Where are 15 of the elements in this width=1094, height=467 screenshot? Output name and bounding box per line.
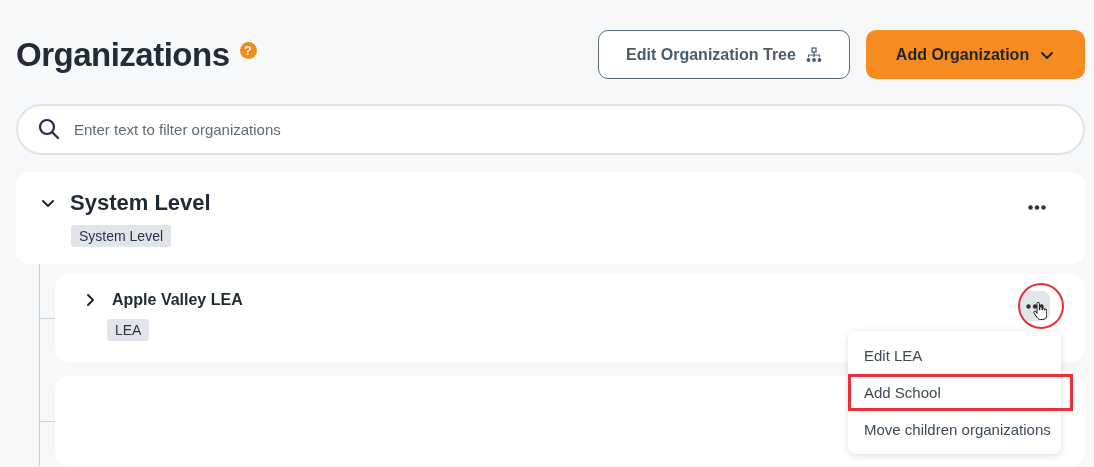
- menu-item[interactable]: Add School: [848, 374, 1073, 411]
- more-icon: [1028, 204, 1046, 210]
- edit-tree-button[interactable]: Edit Organization Tree: [598, 30, 850, 79]
- organization-type-tag: LEA: [107, 319, 150, 341]
- page-title: Organizations: [16, 35, 230, 74]
- organization-name: Apple Valley LEA: [112, 291, 243, 309]
- menu-item[interactable]: Move children organizations: [848, 411, 1073, 448]
- organization-type-tag: System Level: [71, 225, 172, 247]
- hierarchy-icon: [805, 46, 822, 63]
- add-organization-button[interactable]: Add Organization: [866, 30, 1085, 79]
- search-field[interactable]: Enter text to filter organizations: [16, 104, 1085, 155]
- organization-name: System Level: [70, 190, 211, 216]
- menu-item[interactable]: Edit LEA: [848, 337, 1073, 374]
- search-icon: [38, 118, 60, 140]
- hand-cursor-icon: [1033, 302, 1047, 320]
